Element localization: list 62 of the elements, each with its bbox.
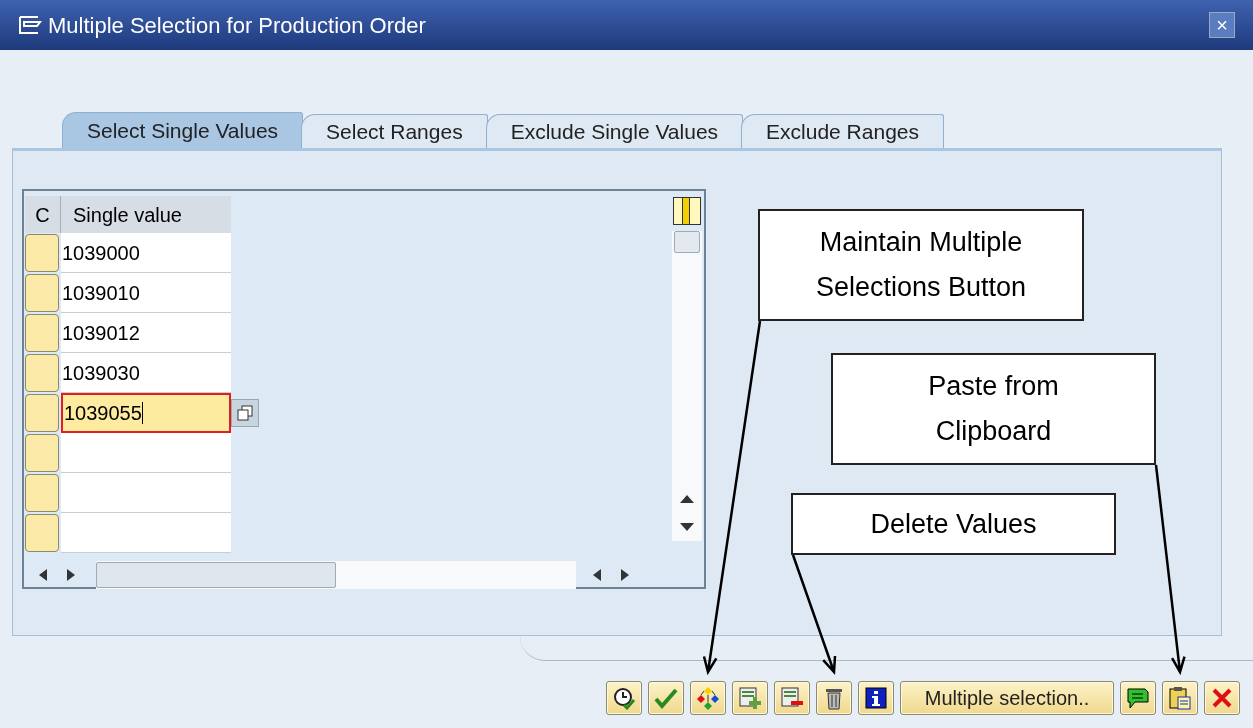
row-selector[interactable] <box>25 474 59 512</box>
column-header: Single value <box>61 196 231 233</box>
multiple-selection-button[interactable]: Multiple selection.. <box>900 681 1114 715</box>
close-button[interactable]: × <box>1209 12 1235 38</box>
toolbar-button[interactable] <box>816 681 852 715</box>
value-cell[interactable] <box>61 433 231 473</box>
window-icon <box>18 15 42 35</box>
tab[interactable]: Exclude Ranges <box>741 114 944 148</box>
toolbar-button[interactable] <box>1162 681 1198 715</box>
clock-icon <box>612 686 636 710</box>
info-icon <box>865 687 887 709</box>
callout-box: Paste from Clipboard <box>831 353 1156 465</box>
column-settings-button[interactable] <box>673 197 701 225</box>
tab[interactable]: Exclude Single Values <box>485 114 744 148</box>
scrollbar-thumb[interactable] <box>96 562 336 588</box>
callout-box: Maintain Multiple Selections Button <box>758 209 1084 321</box>
scrollbar-thumb[interactable] <box>674 231 700 253</box>
toolbar-button[interactable] <box>606 681 642 715</box>
cell-value: 1039055 <box>64 401 142 426</box>
toolbar-button[interactable] <box>1120 681 1156 715</box>
row-selector[interactable] <box>25 274 59 312</box>
window-title: Multiple Selection for Production Order <box>48 11 426 40</box>
comment-icon <box>1126 686 1150 710</box>
text-cursor <box>141 402 143 424</box>
value-cell[interactable]: 1039010 <box>61 273 231 313</box>
value-cell[interactable]: 1039055 <box>61 393 231 433</box>
row-selector[interactable] <box>25 514 59 552</box>
value-cell[interactable]: 1039012 <box>61 313 231 353</box>
right-arrow-icon <box>621 569 629 581</box>
tab[interactable]: Select Single Values <box>62 112 304 148</box>
left-arrow-icon <box>593 569 601 581</box>
value-cell[interactable]: 1039000 <box>61 233 231 273</box>
hierarchy-icon <box>696 686 720 710</box>
up-arrow-icon <box>680 495 694 503</box>
copy-icon <box>237 405 253 421</box>
callout-box: Delete Values <box>791 493 1116 555</box>
value-cell[interactable] <box>61 513 231 553</box>
value-cell[interactable]: 1039030 <box>61 353 231 393</box>
clipboard-icon <box>1168 686 1192 710</box>
right-arrow-icon <box>67 569 75 581</box>
trash-icon <box>824 686 844 710</box>
row-selector[interactable] <box>25 314 59 352</box>
toolbar-button[interactable] <box>858 681 894 715</box>
row-selector[interactable] <box>25 394 59 432</box>
row-selector[interactable] <box>25 234 59 272</box>
cell-value: 1039012 <box>62 320 140 346</box>
remove-row-icon <box>780 686 804 710</box>
left-arrow-icon <box>39 569 47 581</box>
cell-value: 1039030 <box>62 360 140 386</box>
row-selector[interactable] <box>25 434 59 472</box>
row-selector[interactable] <box>25 354 59 392</box>
value-cell[interactable] <box>61 473 231 513</box>
down-arrow-icon <box>680 523 694 531</box>
tab[interactable]: Select Ranges <box>301 114 488 148</box>
value-help-button[interactable] <box>231 399 259 427</box>
toolbar-button[interactable] <box>690 681 726 715</box>
cell-value: 1039010 <box>62 280 140 306</box>
column-header: C <box>25 196 61 233</box>
cell-value: 1039000 <box>62 240 140 266</box>
cancel-icon <box>1211 687 1233 709</box>
check-icon <box>654 687 678 709</box>
add-row-icon <box>738 686 762 710</box>
